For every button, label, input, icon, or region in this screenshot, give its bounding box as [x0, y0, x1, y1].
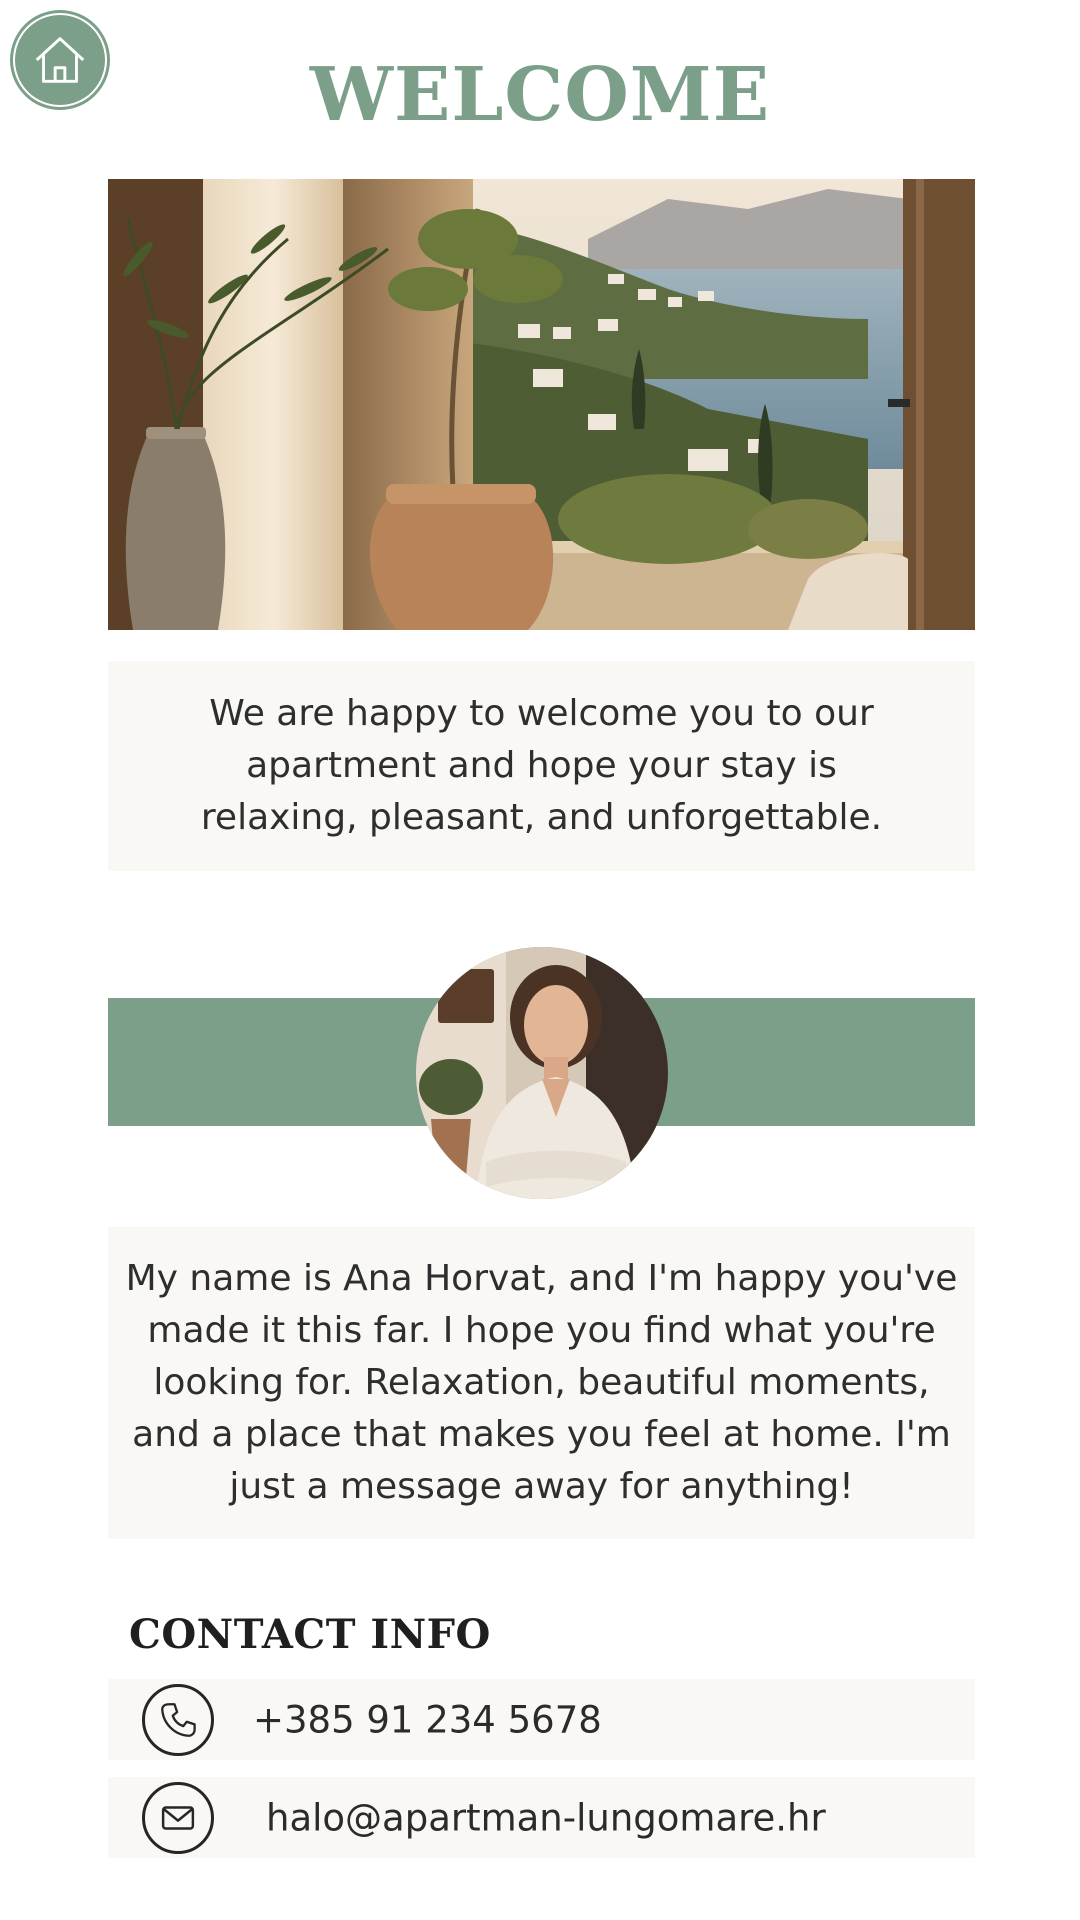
phone-number: +385 91 234 5678	[253, 1698, 602, 1741]
page-title: WELCOME	[309, 52, 771, 138]
welcome-message-card: We are happy to welcome you to our apart…	[108, 661, 975, 871]
contact-phone-row[interactable]: +385 91 234 5678	[108, 1679, 975, 1760]
host-message: My name is Ana Horvat, and I'm happy you…	[125, 1258, 958, 1507]
mail-icon	[142, 1781, 214, 1854]
contact-heading: CONTACT INFO	[129, 1611, 491, 1658]
email-address: halo@apartman-lungomare.hr	[266, 1796, 826, 1839]
contact-email-row[interactable]: halo@apartman-lungomare.hr	[108, 1777, 975, 1858]
welcome-message: We are happy to welcome you to our apart…	[200, 693, 883, 838]
phone-icon	[142, 1683, 214, 1756]
host-avatar	[416, 947, 668, 1199]
hero-image	[108, 179, 975, 630]
host-message-card: My name is Ana Horvat, and I'm happy you…	[108, 1227, 975, 1539]
